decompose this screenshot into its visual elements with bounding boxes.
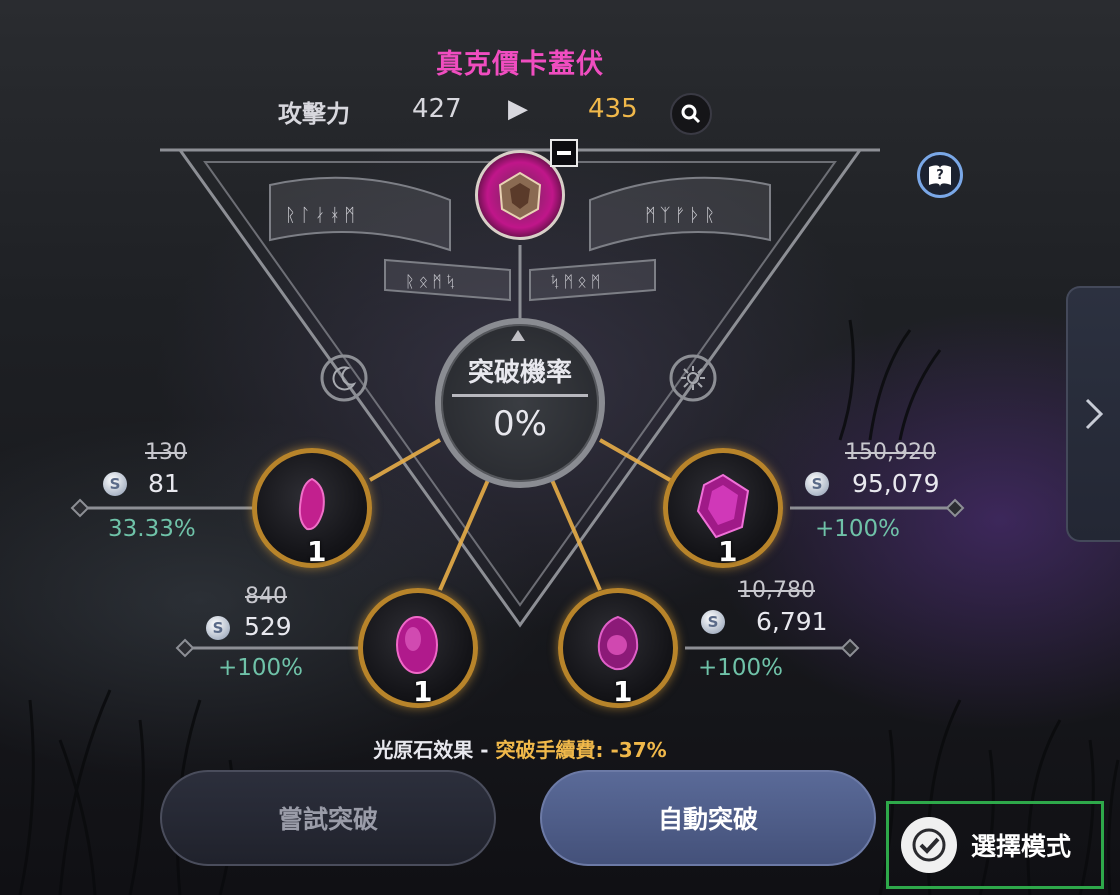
- search-icon: [681, 104, 701, 124]
- rate-label: 突破機率: [467, 358, 572, 388]
- check-mark: [912, 828, 946, 862]
- rate-value: 0%: [493, 404, 547, 444]
- coin-icon: S: [701, 610, 725, 634]
- success-bonus: +100%: [815, 516, 901, 542]
- select-mode-button[interactable]: 選擇模式: [886, 801, 1104, 889]
- stone-count: 1: [718, 535, 738, 568]
- auto-breakthrough-button[interactable]: 自動突破: [540, 770, 876, 866]
- gem-icon: [696, 473, 750, 539]
- moon-icon: [332, 366, 357, 391]
- rune-banner-bottom-right: ᛪᛗᛟᛗ: [550, 272, 605, 291]
- stat-label: 攻擊力: [278, 100, 350, 128]
- coin-icon: S: [206, 616, 230, 640]
- help-button[interactable]: ?: [917, 152, 963, 198]
- discounted-price: 6,791: [756, 607, 828, 636]
- breakthrough-rate-circle: [435, 318, 605, 488]
- stone-slot-top-left[interactable]: 1: [252, 448, 372, 568]
- rune-banner-left: ᚱᛚᛅᚼᛗ: [285, 205, 359, 226]
- gem-icon: [298, 477, 325, 531]
- discounted-price: 95,079: [852, 469, 940, 498]
- stat-arrow-icon: ▶: [508, 94, 528, 124]
- rate-indicator-icon: [511, 330, 525, 341]
- side-panel-toggle[interactable]: [1066, 286, 1120, 542]
- stone-count: 1: [613, 675, 633, 708]
- gem-icon: [396, 616, 438, 674]
- remove-item-button[interactable]: [550, 139, 578, 167]
- rune-banner-right: ᛗᛉᚠᚦᚱ: [645, 205, 719, 226]
- discounted-price: 529: [244, 612, 292, 641]
- select-mode-label: 選擇模式: [971, 832, 1072, 861]
- minus-icon: [557, 151, 571, 155]
- help-book-icon: ?: [929, 165, 951, 187]
- coin-icon: S: [103, 472, 127, 496]
- stone-effect-text: 光原石效果 - 突破手續費: -37%: [0, 734, 1040, 763]
- sun-icon: [681, 366, 705, 390]
- stat-current-value: 427: [412, 94, 462, 124]
- stat-next-value: 435: [588, 94, 638, 124]
- rune-banner-bottom-left: ᚱᛟᛗᛪ: [405, 272, 460, 291]
- item-title: 真克價卡蓋伏: [436, 49, 604, 80]
- gem-icon: [597, 615, 639, 671]
- try-breakthrough-button[interactable]: 嘗試突破: [160, 770, 496, 866]
- stone-count: 1: [413, 675, 433, 708]
- original-price: 130: [145, 440, 187, 465]
- check-icon: [901, 817, 957, 873]
- effect-prefix: 光原石效果 -: [373, 738, 496, 762]
- svg-text:?: ?: [936, 168, 944, 183]
- rate-divider: [452, 394, 588, 397]
- stone-slot-bottom-right[interactable]: 1: [558, 588, 678, 708]
- effect-highlight: 突破手續費: -37%: [495, 738, 667, 762]
- original-price: 840: [245, 584, 287, 609]
- original-price: 10,780: [738, 578, 815, 603]
- stone-count: 1: [307, 535, 327, 568]
- stone-slot-top-right[interactable]: 1: [663, 448, 783, 568]
- stone-slot-bottom-left[interactable]: 1: [358, 588, 478, 708]
- discounted-price: 81: [148, 469, 180, 498]
- success-bonus: 33.33%: [108, 516, 196, 542]
- success-bonus: +100%: [218, 655, 304, 681]
- coin-icon: S: [805, 472, 829, 496]
- original-price: 150,920: [845, 440, 936, 465]
- search-button[interactable]: [670, 93, 712, 135]
- chevron-right-icon: [1085, 398, 1104, 430]
- success-bonus: +100%: [698, 655, 784, 681]
